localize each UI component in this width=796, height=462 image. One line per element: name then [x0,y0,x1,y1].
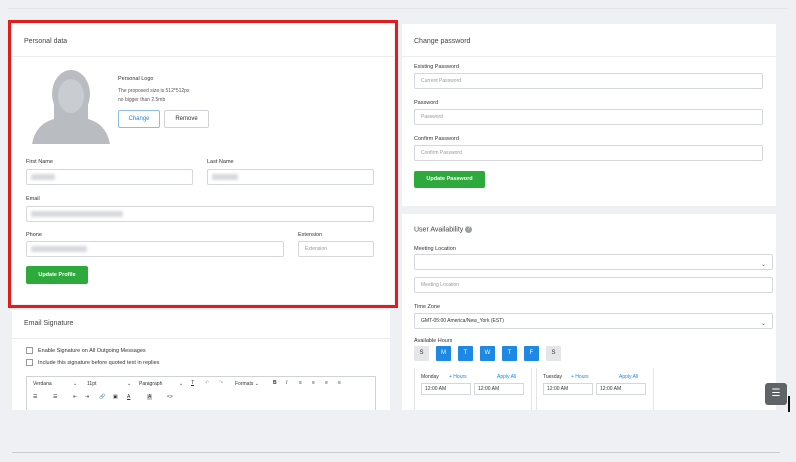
email-signature-title: Email Signature [24,320,74,327]
user-availability-title: User Availability ? [414,226,473,234]
top-divider [8,8,788,9]
numbered-list-icon[interactable]: ☰ [53,394,57,400]
change-password-title: Change password [414,38,471,45]
link-icon[interactable]: 🔗 [99,394,105,400]
monday-apply-all-link[interactable]: Apply All [497,374,516,380]
existing-password-field[interactable]: Current Password [414,73,763,89]
meeting-location-select[interactable]: ⌄ [414,254,773,270]
include-signature-label: Include this signature before quoted tex… [38,360,160,366]
confirm-password-label: Confirm Password [414,136,459,142]
day-toggle-saturday[interactable]: S [546,346,561,361]
bullet-list-icon[interactable]: ☰ [33,394,37,400]
enable-signature-checkbox[interactable] [26,347,33,354]
redo-icon[interactable]: ↷ [219,380,223,386]
tuesday-add-hours-link[interactable]: + Hours [571,374,589,380]
image-icon[interactable]: ▣ [113,394,118,400]
block-format-select[interactable]: Paragraph [139,381,162,387]
divider [12,338,390,339]
change-password-panel: Change password Existing Password Curren… [402,24,776,206]
meeting-location-label: Meeting Location [414,246,456,252]
chevron-down-icon: ⌄ [127,381,132,387]
day-toggle-sunday[interactable]: S [414,346,429,361]
chevron-down-icon: ⌄ [760,321,766,327]
text-cursor [788,396,790,412]
meeting-location-field[interactable]: Meeting Location [414,277,773,293]
confirm-password-field[interactable]: Confirm Password [414,145,763,161]
tuesday-from-select[interactable]: 12:00 AM [543,383,593,395]
user-availability-title-text: User Availability [414,226,464,234]
day-toggle-tuesday[interactable]: T [458,346,473,361]
chat-icon: ☰ [771,388,781,399]
align-justify-icon[interactable]: ≡ [338,380,341,386]
chat-bubble-button[interactable]: ☰ [765,383,787,405]
tuesday-label: Tuesday [543,374,562,380]
password-label: Password [414,100,439,106]
time-zone-value: GMT-05:00 America/New_York (EST) [421,318,504,324]
align-center-icon[interactable]: ≡ [312,380,315,386]
chevron-down-icon: ⌄ [179,381,184,387]
existing-password-label: Existing Password [414,64,459,70]
monday-add-hours-link[interactable]: + Hours [449,374,467,380]
email-signature-panel: Email Signature Enable Signature on All … [12,310,390,410]
chevron-down-icon: ⌄ [73,381,78,387]
bold-icon[interactable]: B [273,380,277,386]
available-hours-label: Available Hours [414,338,453,344]
monday-from-select[interactable]: 12:00 AM [421,383,471,395]
include-signature-checkbox[interactable] [26,359,33,366]
align-left-icon[interactable]: ≡ [299,380,302,386]
undo-icon[interactable]: ↶ [205,380,209,386]
monday-to-select[interactable]: 12:00 AM [474,383,524,395]
monday-hours: Monday + Hours Apply All 12:00 AM 12:00 … [414,368,532,410]
monday-label: Monday [421,374,439,380]
chevron-down-icon: ⌄ [760,262,766,268]
font-size-select[interactable]: 11pt [87,381,96,387]
align-right-icon[interactable]: ≡ [325,380,328,386]
day-toggle-thursday[interactable]: T [502,346,517,361]
divider [402,56,776,57]
text-color-icon[interactable]: A [127,394,130,400]
bottom-divider [12,452,780,453]
formats-label: Formats [235,381,254,387]
editor-toolbar: Verdana ⌄ 11pt ⌄ Paragraph ⌄ T ↶ ↷ Forma… [26,376,376,410]
password-field[interactable]: Password [414,109,763,125]
clear-format-icon[interactable]: T [191,380,194,386]
update-password-button[interactable]: Update Password [414,171,485,188]
tuesday-hours: Tuesday + Hours Apply All 12:00 AM 12:00… [536,368,654,410]
outdent-icon[interactable]: ⇤ [73,394,77,400]
formats-select[interactable]: Formats ⌄ [235,381,259,387]
enable-signature-label: Enable Signature on All Outgoing Message… [38,348,146,354]
day-toggle-friday[interactable]: F [524,346,539,361]
tuesday-apply-all-link[interactable]: Apply All [619,374,638,380]
time-zone-label: Time Zone [414,304,441,310]
source-code-icon[interactable]: <> [167,394,173,400]
italic-icon[interactable]: I [286,380,287,386]
day-toggle-monday[interactable]: M [436,346,451,361]
indent-icon[interactable]: ⇥ [85,394,89,400]
time-zone-select[interactable]: GMT-05:00 America/New_York (EST) ⌄ [414,313,773,329]
highlight-box [8,20,398,308]
day-toggle-wednesday[interactable]: W [480,346,495,361]
font-family-select[interactable]: Verdana [33,381,52,387]
help-icon[interactable]: ? [465,226,473,233]
background-color-icon[interactable]: A [147,394,153,400]
tuesday-to-select[interactable]: 12:00 AM [596,383,646,395]
